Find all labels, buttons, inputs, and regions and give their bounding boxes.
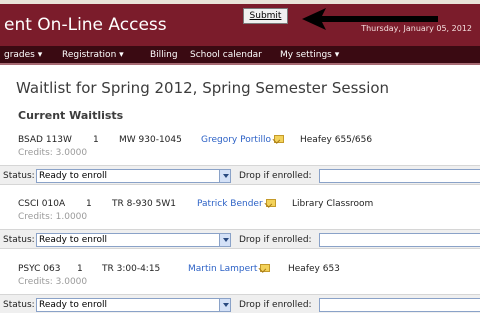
- nav-item-grades[interactable]: grades ▾: [4, 50, 42, 60]
- section-title: Current Waitlists: [18, 109, 124, 122]
- instructor-group: Martin Lampert: [188, 264, 271, 274]
- instructor-group: Gregory Portillo: [201, 135, 284, 145]
- status-select[interactable]: Ready to enroll: [36, 169, 231, 183]
- course-schedule: TR 3:00-4:15: [102, 264, 161, 274]
- drop-if-enrolled-label: Drop if enrolled:: [239, 171, 312, 181]
- course-schedule: MW 930-1045: [119, 135, 182, 145]
- instructor-link[interactable]: Martin Lampert: [188, 264, 257, 274]
- status-bar: Status: Ready to enroll Drop if enrolled…: [0, 229, 480, 249]
- waitlist-row: CSCI 010A 1 TR 8-930 5W1 Patrick Bender …: [0, 199, 480, 253]
- app-title: ent On-Line Access: [4, 15, 167, 35]
- course-section: 1: [93, 135, 99, 145]
- envelope-icon[interactable]: [273, 135, 284, 143]
- credits: Credits: 1.0000: [18, 212, 88, 222]
- nav-item-school-calendar[interactable]: School calendar: [190, 50, 262, 60]
- left-arrow-icon: [302, 8, 438, 30]
- credits: Credits: 3.0000: [18, 148, 88, 158]
- drop-if-enrolled-label: Drop if enrolled:: [239, 235, 312, 245]
- status-bar: Status: Ready to enroll Drop if enrolled…: [0, 294, 480, 313]
- nav-item-billing[interactable]: Billing: [150, 50, 178, 60]
- status-label: Status:: [3, 235, 35, 245]
- status-label: Status:: [3, 300, 35, 310]
- status-select-value: Ready to enroll: [39, 300, 107, 310]
- chevron-down-icon[interactable]: [219, 234, 230, 246]
- envelope-icon[interactable]: [265, 199, 276, 207]
- drop-if-enrolled-select[interactable]: [319, 233, 480, 247]
- status-select-value: Ready to enroll: [39, 171, 107, 181]
- nav-item-registration[interactable]: Registration ▾: [62, 50, 124, 60]
- instructor-group: Patrick Bender: [197, 199, 276, 209]
- instructor-link[interactable]: Gregory Portillo: [201, 135, 271, 145]
- submit-button[interactable]: Submit: [243, 8, 288, 24]
- course-code: CSCI 010A: [18, 199, 66, 209]
- drop-if-enrolled-select[interactable]: [319, 169, 480, 183]
- envelope-icon[interactable]: [260, 264, 271, 272]
- instructor-link[interactable]: Patrick Bender: [197, 199, 263, 209]
- nav-item-my-settings[interactable]: My settings ▾: [280, 50, 339, 60]
- submit-button-label: Submit: [249, 11, 282, 21]
- status-bar: Status: Ready to enroll Drop if enrolled…: [0, 165, 480, 185]
- credits: Credits: 3.0000: [18, 277, 88, 287]
- course-code: PSYC 063: [18, 264, 61, 274]
- course-section: 1: [86, 199, 92, 209]
- waitlist-row: BSAD 113W 1 MW 930-1045 Gregory Portillo…: [0, 135, 480, 189]
- course-code: BSAD 113W: [18, 135, 72, 145]
- browser-strip: [0, 0, 480, 4]
- status-label: Status:: [3, 171, 35, 181]
- drop-if-enrolled-select[interactable]: [319, 298, 480, 312]
- status-select[interactable]: Ready to enroll: [36, 298, 231, 312]
- page-title: Waitlist for Spring 2012, Spring Semeste…: [16, 79, 390, 97]
- nav-bar: grades ▾ Registration ▾ Billing School c…: [0, 46, 480, 65]
- chevron-down-icon[interactable]: [219, 299, 230, 311]
- course-location: Library Classroom: [292, 199, 374, 209]
- drop-if-enrolled-label: Drop if enrolled:: [239, 300, 312, 310]
- course-section: 1: [77, 264, 83, 274]
- status-select[interactable]: Ready to enroll: [36, 233, 231, 247]
- waitlist-row: PSYC 063 1 TR 3:00-4:15 Martin Lampert H…: [0, 264, 480, 313]
- status-select-value: Ready to enroll: [39, 235, 107, 245]
- course-location: Heafey 655/656: [300, 135, 373, 145]
- chevron-down-icon[interactable]: [219, 170, 230, 182]
- course-schedule: TR 8-930 5W1: [112, 199, 176, 209]
- course-location: Heafey 653: [288, 264, 340, 274]
